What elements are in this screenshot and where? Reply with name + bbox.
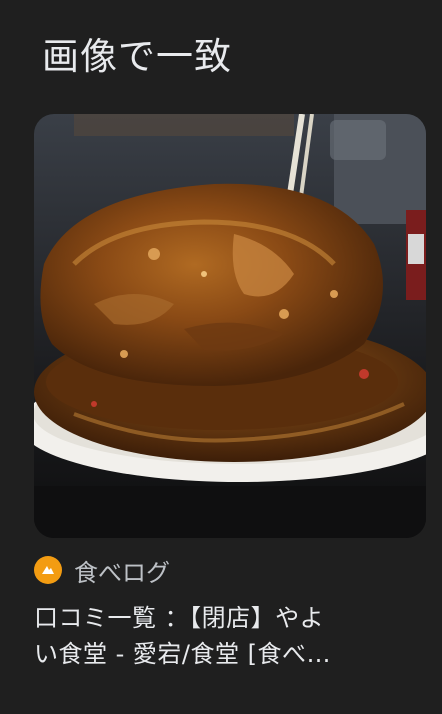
- result-title-link[interactable]: 口コミ一覧 ：【閉店】やよ い食堂 - 愛宕/食堂 [食べ…: [34, 600, 426, 672]
- page: 画像で一致 食べログ 口コミ一覧 ：【閉店】やよ い食堂 - 愛宕/食堂 [食べ…: [0, 0, 442, 714]
- source-name: 食べログ: [74, 558, 170, 587]
- result-title-line-1: 口コミ一覧 ：【閉店】やよ: [34, 604, 325, 632]
- result-card[interactable]: 食べログ 口コミ一覧 ：【閉店】やよ い食堂 - 愛宕/食堂 [食べ…: [34, 114, 426, 694]
- tabelog-icon: [34, 556, 62, 584]
- result-title-line-2: い食堂 - 愛宕/食堂 [食べ…: [34, 640, 331, 668]
- section-title: 画像で一致: [42, 35, 232, 78]
- source-row[interactable]: 食べログ: [34, 552, 170, 588]
- result-image[interactable]: [34, 114, 426, 538]
- food-photo: [34, 114, 426, 538]
